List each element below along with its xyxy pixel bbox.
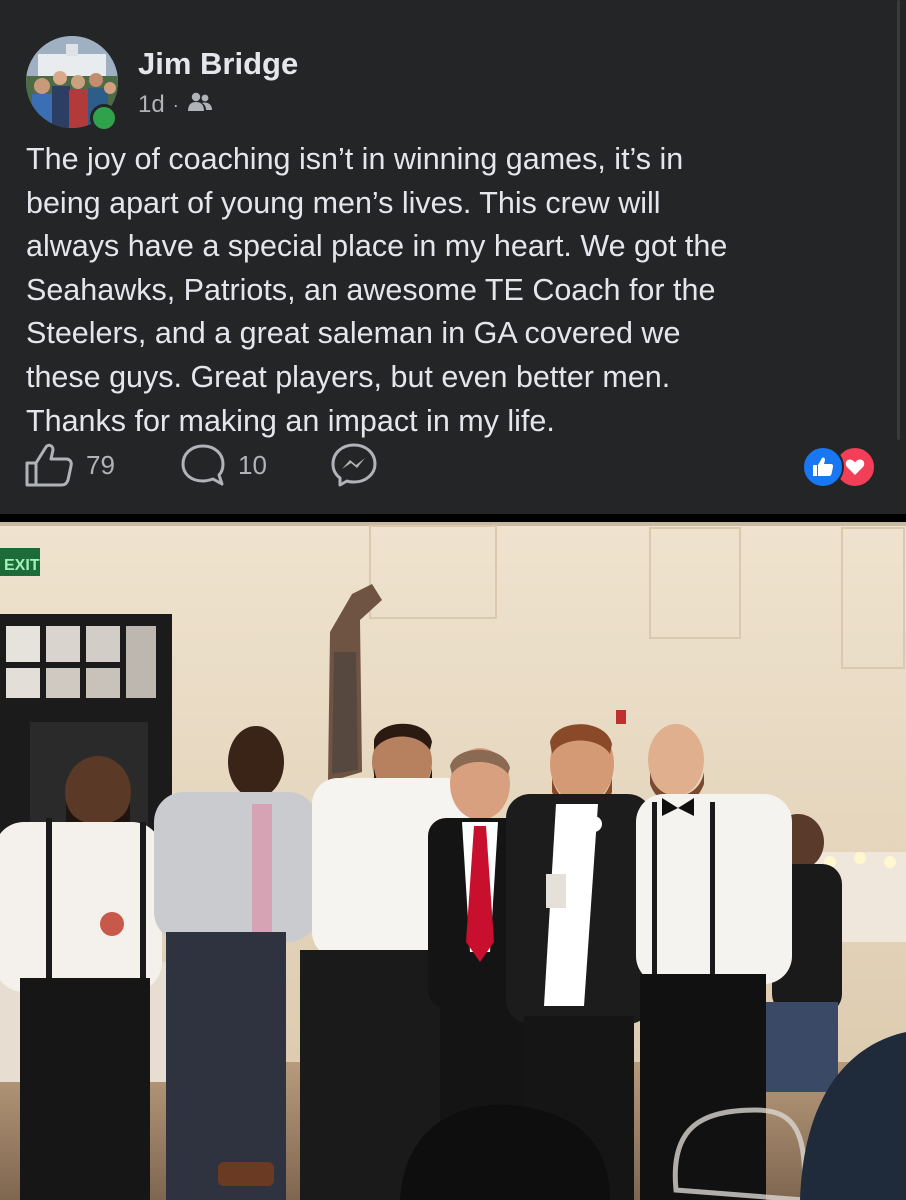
messenger-share-button[interactable] [330,440,378,490]
comment-count: 10 [238,449,267,480]
like-count: 79 [86,449,115,480]
like-icon [802,446,844,488]
thumbs-up-icon [25,443,73,487]
post-actions-bar: 79 10 [24,440,884,490]
online-status-dot [90,104,118,132]
post-photo[interactable]: EXIT [0,522,906,1200]
author-name[interactable]: Jim Bridge [138,46,298,82]
exit-sign: EXIT [4,557,40,574]
meta-separator: · [172,94,179,115]
comment-icon [181,444,225,486]
reactions-summary[interactable] [802,446,876,488]
comment-button[interactable]: 10 [180,440,267,490]
facebook-post-card: Jim Bridge 1d · The joy of coaching isn’… [0,0,906,514]
friends-icon[interactable] [187,91,213,120]
scrollbar[interactable] [897,0,900,440]
post-meta: 1d · [138,90,213,120]
like-button[interactable]: 79 [24,440,115,490]
group-photo-illustration: EXIT [0,522,906,1200]
post-timestamp[interactable]: 1d [138,91,165,119]
messenger-icon [331,443,377,487]
post-text: The joy of coaching isn’t in winning gam… [26,142,728,438]
